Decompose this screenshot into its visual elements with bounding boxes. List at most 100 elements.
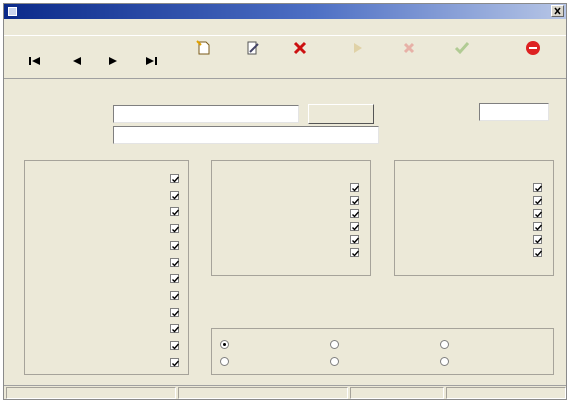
operator-name-field[interactable] (113, 105, 299, 123)
edit-right-row[interactable] (403, 182, 545, 196)
general-right-checkbox[interactable] (170, 240, 180, 250)
operator-type-group (211, 328, 554, 375)
edit-right-checkbox[interactable] (533, 235, 543, 244)
general-right-checkbox[interactable] (170, 341, 180, 350)
general-right-checkbox[interactable] (170, 324, 180, 334)
radio-button-icon[interactable] (220, 340, 229, 349)
general-right-row[interactable] (33, 190, 182, 204)
general-right-row[interactable] (33, 357, 182, 371)
check-mark-icon (172, 276, 180, 283)
radio-button-icon[interactable] (440, 357, 449, 366)
general-right-checkbox[interactable] (170, 190, 180, 200)
edit-right-row[interactable] (403, 247, 545, 261)
browse-button[interactable] (308, 104, 374, 124)
window-close-button[interactable] (551, 5, 564, 17)
edit-right-row[interactable] (403, 221, 545, 235)
status-bar (4, 385, 566, 399)
view-right-checkbox[interactable] (350, 196, 360, 205)
operator-id-field[interactable] (479, 103, 549, 121)
general-rights-group (24, 160, 189, 375)
edit-right-row[interactable] (403, 234, 545, 248)
refresh-icon (354, 43, 362, 53)
operators-window (3, 3, 567, 400)
prev-record-button[interactable] (70, 56, 84, 66)
first-record-button[interactable] (28, 56, 42, 66)
radio-button-icon[interactable] (220, 357, 229, 366)
last-record-button[interactable] (144, 56, 158, 66)
status-time (446, 387, 566, 399)
next-record-icon (109, 57, 117, 65)
view-right-checkbox[interactable] (350, 222, 360, 231)
general-right-checkbox[interactable] (170, 274, 180, 284)
refresh-button[interactable] (338, 40, 378, 76)
view-right-row[interactable] (220, 234, 362, 248)
operator-type-option[interactable] (220, 356, 324, 368)
close-button[interactable] (513, 40, 553, 76)
general-right-checkbox[interactable] (170, 224, 180, 234)
edit-right-checkbox[interactable] (533, 248, 543, 257)
view-right-checkbox[interactable] (350, 209, 360, 218)
cancel-icon (403, 42, 415, 54)
check-mark-icon (535, 224, 543, 231)
general-right-checkbox[interactable] (170, 307, 180, 317)
edit-right-checkbox[interactable] (533, 183, 543, 192)
next-record-button[interactable] (106, 56, 120, 66)
operator-type-option[interactable] (440, 339, 544, 351)
general-right-row[interactable] (33, 257, 182, 271)
view-right-row[interactable] (220, 247, 362, 261)
view-right-row[interactable] (220, 195, 362, 209)
edit-right-row[interactable] (403, 208, 545, 222)
check-mark-icon (535, 211, 543, 218)
check-mark-icon (352, 224, 360, 231)
check-mark-icon (535, 237, 543, 244)
general-right-row[interactable] (33, 290, 182, 304)
new-document-icon (196, 40, 210, 55)
general-right-checkbox[interactable] (170, 174, 180, 183)
general-right-row[interactable] (33, 173, 182, 187)
view-right-row[interactable] (220, 182, 362, 196)
general-right-checkbox[interactable] (170, 290, 180, 300)
general-right-checkbox[interactable] (170, 357, 180, 367)
view-right-row[interactable] (220, 221, 362, 235)
edit-right-checkbox[interactable] (533, 196, 543, 205)
general-right-row[interactable] (33, 240, 182, 254)
check-mark-icon (352, 185, 360, 192)
first-record-icon (29, 57, 40, 65)
general-right-checkbox[interactable] (170, 207, 180, 217)
radio-button-icon[interactable] (330, 357, 339, 366)
check-mark-icon (352, 211, 360, 218)
delete-button[interactable] (280, 40, 320, 76)
view-right-checkbox[interactable] (350, 183, 360, 192)
general-right-row[interactable] (33, 340, 182, 354)
edit-button[interactable] (233, 40, 273, 76)
general-right-row[interactable] (33, 307, 182, 321)
general-right-checkbox[interactable] (170, 257, 180, 267)
cancel-button[interactable] (389, 40, 429, 76)
operator-type-option[interactable] (330, 339, 434, 351)
title-bar[interactable] (4, 4, 566, 19)
radio-button-icon[interactable] (440, 340, 449, 349)
operator-type-option[interactable] (330, 356, 434, 368)
radio-button-icon[interactable] (330, 340, 339, 349)
check-mark-icon (172, 310, 180, 317)
general-right-row[interactable] (33, 206, 182, 220)
check-mark-icon (172, 360, 180, 367)
edit-right-checkbox[interactable] (533, 222, 543, 231)
radio-selected-dot (223, 343, 226, 346)
view-right-checkbox[interactable] (350, 235, 360, 244)
view-right-row[interactable] (220, 208, 362, 222)
app-icon (8, 7, 17, 16)
general-right-row[interactable] (33, 273, 182, 287)
edit-right-checkbox[interactable] (533, 209, 543, 218)
operator-type-option[interactable] (440, 356, 544, 368)
save-button[interactable] (442, 40, 482, 76)
general-right-row[interactable] (33, 323, 182, 337)
edit-right-row[interactable] (403, 195, 545, 209)
check-mark-icon (352, 237, 360, 244)
new-button[interactable] (184, 40, 224, 76)
general-right-row[interactable] (33, 223, 182, 237)
view-right-checkbox[interactable] (350, 248, 360, 257)
delete-icon (293, 41, 307, 55)
operator-type-option[interactable] (220, 339, 324, 351)
description-field[interactable] (113, 126, 379, 144)
